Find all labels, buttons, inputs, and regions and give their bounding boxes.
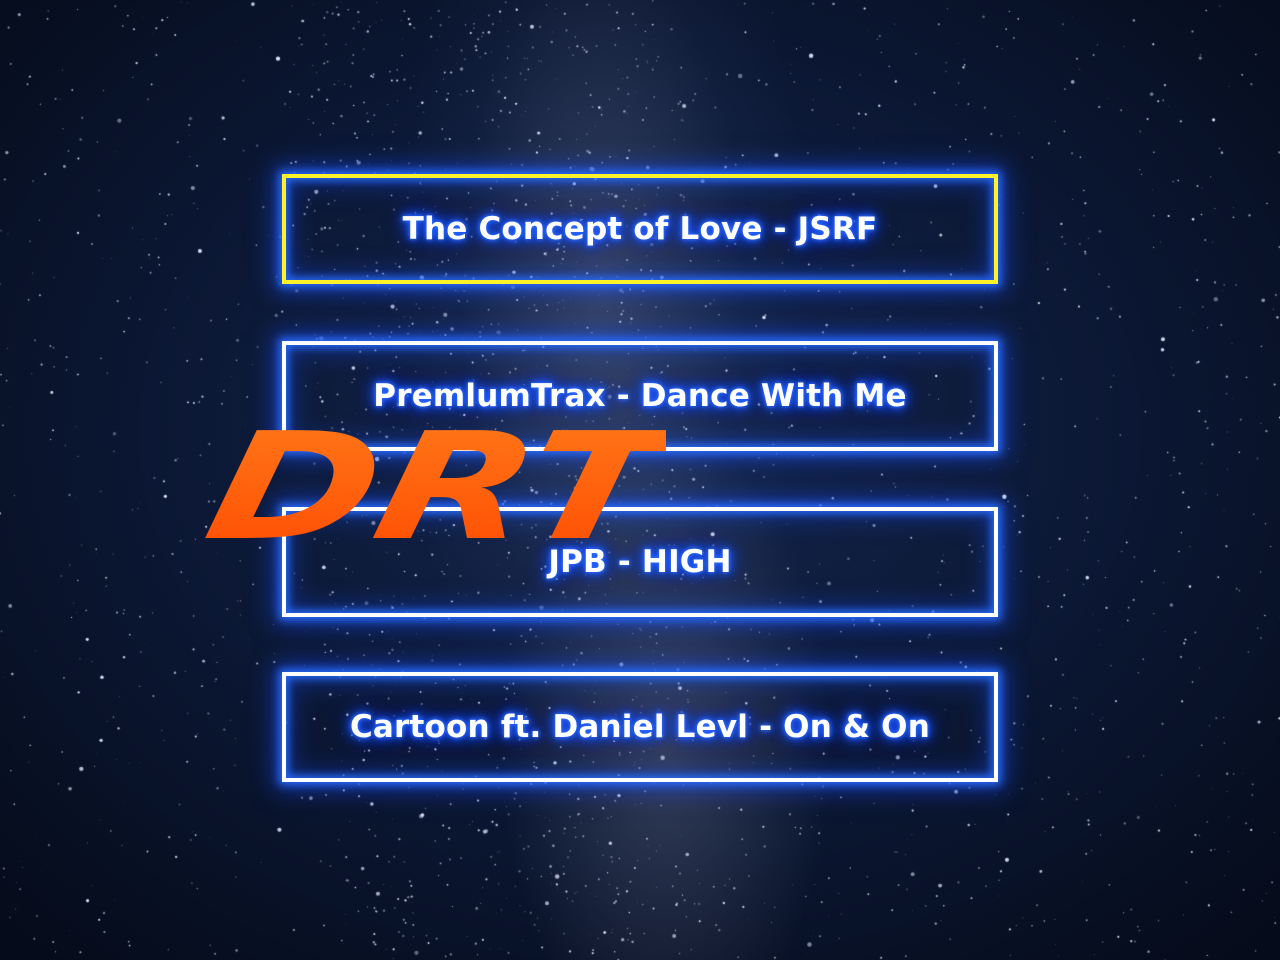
track-label-3: JPB - HIGH (548, 544, 732, 580)
track-label-2: PremlumTrax - Dance With Me (373, 378, 907, 414)
starfield-background: The Concept of Love - JSRF PremlumTrax -… (0, 0, 1280, 960)
track-button-2[interactable]: PremlumTrax - Dance With Me (282, 341, 998, 451)
track-label-1: The Concept of Love - JSRF (402, 211, 878, 247)
track-button-1[interactable]: The Concept of Love - JSRF (282, 174, 998, 284)
track-button-4[interactable]: Cartoon ft. Daniel Levl - On & On (282, 672, 998, 782)
track-label-4: Cartoon ft. Daniel Levl - On & On (349, 709, 931, 745)
stars-layer (0, 0, 1280, 960)
track-button-3[interactable]: JPB - HIGH (282, 507, 998, 617)
